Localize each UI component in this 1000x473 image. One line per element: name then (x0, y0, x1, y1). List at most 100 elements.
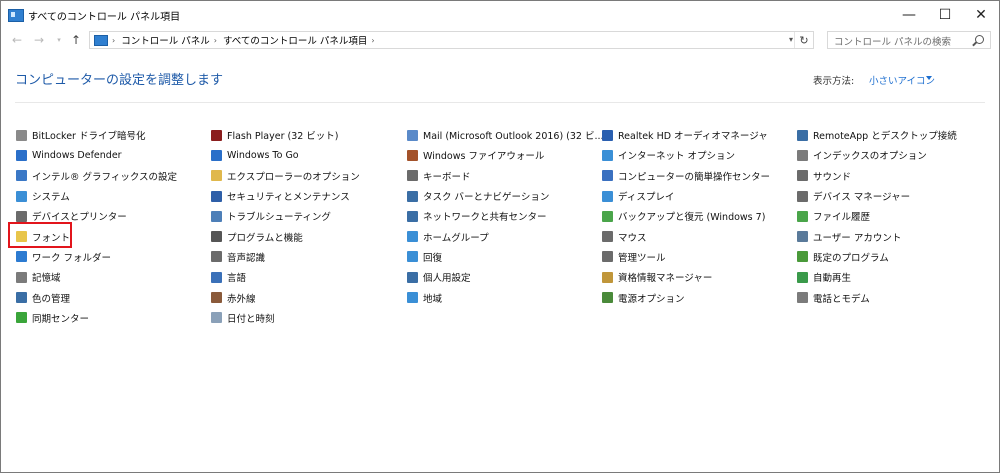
control-panel-item[interactable]: 個人用設定 (407, 267, 604, 287)
forward-arrow-icon[interactable]: → (31, 32, 47, 48)
control-panel-item[interactable]: 言語 (211, 267, 360, 287)
breadcrumb-chevron-icon[interactable]: › (214, 36, 217, 45)
control-panel-item[interactable]: Mail (Microsoft Outlook 2016) (32 ビ... (407, 125, 604, 145)
breadcrumb-chevron-icon[interactable]: › (371, 36, 374, 45)
control-panel-item[interactable]: ユーザー アカウント (797, 226, 957, 246)
control-panel-item-label[interactable]: 管理ツール (618, 250, 666, 264)
control-panel-item-label[interactable]: 個人用設定 (423, 270, 471, 284)
control-panel-item-label[interactable]: 色の管理 (32, 291, 70, 305)
view-by-chevron-down-icon[interactable] (926, 76, 932, 80)
control-panel-item-label[interactable]: 自動再生 (813, 270, 851, 284)
control-panel-item-label[interactable]: ホームグループ (423, 230, 489, 244)
back-arrow-icon[interactable]: ← (9, 32, 25, 48)
breadcrumb-control-panel[interactable]: コントロール パネル (121, 33, 210, 47)
control-panel-item[interactable]: ネットワークと共有センター (407, 206, 604, 226)
control-panel-item[interactable]: 地域 (407, 287, 604, 307)
control-panel-item[interactable]: 管理ツール (602, 247, 770, 267)
control-panel-item-label[interactable]: ディスプレイ (618, 189, 674, 203)
control-panel-item[interactable]: 電話とモデム (797, 287, 957, 307)
control-panel-item-label[interactable]: Windows Defender (32, 150, 122, 161)
control-panel-item-label[interactable]: ネットワークと共有センター (423, 209, 547, 223)
control-panel-item[interactable]: セキュリティとメンテナンス (211, 186, 360, 206)
control-panel-item[interactable]: ホームグループ (407, 226, 604, 246)
control-panel-item[interactable]: サウンド (797, 166, 957, 186)
control-panel-item[interactable]: 赤外線 (211, 287, 360, 307)
control-panel-item-label[interactable]: マウス (618, 230, 647, 244)
control-panel-item[interactable]: ワーク フォルダー (16, 247, 177, 267)
control-panel-item[interactable]: 自動再生 (797, 267, 957, 287)
control-panel-item[interactable]: システム (16, 186, 177, 206)
up-arrow-icon[interactable]: ↑ (68, 32, 84, 48)
control-panel-item-label[interactable]: 地域 (423, 291, 442, 305)
control-panel-item[interactable]: RemoteApp とデスクトップ接続 (797, 125, 957, 145)
breadcrumb-chevron-icon[interactable]: › (112, 36, 115, 45)
control-panel-item-label[interactable]: 同期センター (32, 311, 89, 325)
control-panel-item-label[interactable]: 音声認識 (227, 250, 265, 264)
control-panel-item-label[interactable]: 既定のプログラム (813, 250, 889, 264)
control-panel-item[interactable]: 既定のプログラム (797, 247, 957, 267)
control-panel-item-label[interactable]: サウンド (813, 169, 851, 183)
control-panel-item[interactable]: インターネット オプション (602, 145, 770, 165)
control-panel-item[interactable]: 日付と時刻 (211, 308, 360, 328)
control-panel-item-label[interactable]: ファイル履歴 (813, 209, 870, 223)
control-panel-item[interactable]: エクスプローラーのオプション (211, 166, 360, 186)
control-panel-item[interactable]: コンピューターの簡単操作センター (602, 166, 770, 186)
control-panel-item[interactable]: デバイス マネージャー (797, 186, 957, 206)
control-panel-item[interactable]: トラブルシューティング (211, 206, 360, 226)
control-panel-item[interactable]: Flash Player (32 ビット) (211, 125, 360, 145)
control-panel-item-label[interactable]: 電話とモデム (813, 291, 870, 305)
control-panel-item-label[interactable]: 日付と時刻 (227, 311, 275, 325)
control-panel-item-label[interactable]: Flash Player (32 ビット) (227, 128, 339, 142)
control-panel-item-label[interactable]: 言語 (227, 270, 246, 284)
control-panel-item[interactable]: 回復 (407, 247, 604, 267)
control-panel-item[interactable]: 記憶域 (16, 267, 177, 287)
control-panel-item-label[interactable]: タスク バーとナビゲーション (423, 189, 549, 203)
control-panel-item[interactable]: ファイル履歴 (797, 206, 957, 226)
control-panel-item[interactable]: Windows To Go (211, 145, 360, 165)
control-panel-item-label[interactable]: Windows To Go (227, 150, 299, 161)
control-panel-item-label[interactable]: Realtek HD オーディオマネージャ (618, 128, 768, 142)
control-panel-item-label[interactable]: BitLocker ドライブ暗号化 (32, 128, 145, 142)
recent-chevron-down-icon[interactable]: ▾ (51, 32, 67, 48)
control-panel-item-label[interactable]: 回復 (423, 250, 442, 264)
control-panel-item-label[interactable]: デバイス マネージャー (813, 189, 910, 203)
control-panel-item-label[interactable]: システム (32, 189, 70, 203)
control-panel-item-label[interactable]: トラブルシューティング (227, 209, 331, 223)
address-dropdown-icon[interactable]: ▾ (789, 35, 793, 44)
close-button[interactable]: ✕ (963, 1, 999, 29)
control-panel-item-label[interactable]: RemoteApp とデスクトップ接続 (813, 128, 957, 142)
control-panel-item[interactable]: プログラムと機能 (211, 226, 360, 246)
control-panel-item-label[interactable]: 記憶域 (32, 270, 61, 284)
control-panel-item-label[interactable]: キーボード (423, 169, 471, 183)
control-panel-item-label[interactable]: コンピューターの簡単操作センター (618, 169, 770, 183)
control-panel-item-label[interactable]: 資格情報マネージャー (618, 270, 712, 284)
search-icon[interactable] (975, 35, 984, 44)
control-panel-item-label[interactable]: インデックスのオプション (813, 148, 927, 162)
control-panel-item-label[interactable]: エクスプローラーのオプション (227, 169, 360, 183)
control-panel-item[interactable]: 電源オプション (602, 287, 770, 307)
control-panel-item[interactable]: Windows Defender (16, 145, 177, 165)
control-panel-item[interactable]: ディスプレイ (602, 186, 770, 206)
control-panel-item[interactable]: インテル® グラフィックスの設定 (16, 166, 177, 186)
control-panel-item-label[interactable]: セキュリティとメンテナンス (227, 189, 350, 203)
control-panel-item[interactable]: バックアップと復元 (Windows 7) (602, 206, 770, 226)
control-panel-item-label[interactable]: 赤外線 (227, 291, 256, 305)
control-panel-item[interactable]: キーボード (407, 166, 604, 186)
control-panel-item-label[interactable]: 電源オプション (618, 291, 685, 305)
minimize-button[interactable]: — (891, 1, 927, 29)
control-panel-item[interactable]: マウス (602, 226, 770, 246)
control-panel-item[interactable]: BitLocker ドライブ暗号化 (16, 125, 177, 145)
control-panel-item-label[interactable]: ユーザー アカウント (813, 230, 901, 244)
control-panel-item-label[interactable]: ワーク フォルダー (32, 250, 111, 264)
search-box[interactable]: コントロール パネルの検索 (827, 31, 991, 49)
refresh-icon[interactable]: ↻ (794, 32, 813, 48)
control-panel-item[interactable]: Realtek HD オーディオマネージャ (602, 125, 770, 145)
control-panel-item[interactable]: 音声認識 (211, 247, 360, 267)
control-panel-item-label[interactable]: Mail (Microsoft Outlook 2016) (32 ビ... (423, 128, 604, 142)
control-panel-item[interactable]: タスク バーとナビゲーション (407, 186, 604, 206)
control-panel-item[interactable]: 同期センター (16, 308, 177, 328)
control-panel-item[interactable]: インデックスのオプション (797, 145, 957, 165)
control-panel-item-label[interactable]: プログラムと機能 (227, 230, 303, 244)
control-panel-item-label[interactable]: インターネット オプション (618, 148, 735, 162)
control-panel-item[interactable]: 色の管理 (16, 287, 177, 307)
